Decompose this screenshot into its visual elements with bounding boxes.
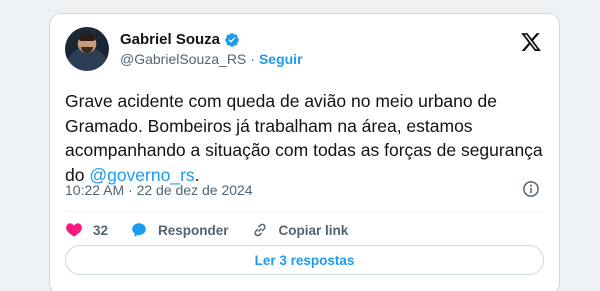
- tweet-text: Grave acidente com queda de avião no mei…: [65, 89, 545, 187]
- tweet-header: Gabriel Souza @GabrielSouza_RS · Seguir: [65, 27, 544, 77]
- avatar[interactable]: [65, 27, 109, 71]
- info-icon[interactable]: [522, 180, 540, 198]
- like-button[interactable]: 32: [65, 221, 108, 239]
- tweet-card: Gabriel Souza @GabrielSouza_RS · Seguir …: [49, 13, 560, 291]
- link-icon: [253, 223, 266, 237]
- avatar-hair: [79, 33, 95, 41]
- divider: [65, 211, 544, 212]
- tweet-meta: 10:22 AM · 22 de dez de 2024: [65, 180, 544, 200]
- reply-label: Responder: [158, 222, 229, 238]
- x-logo-icon[interactable]: [520, 31, 542, 53]
- like-count: 32: [93, 222, 109, 238]
- author-name[interactable]: Gabriel Souza: [120, 31, 220, 48]
- copy-link-label: Copiar link: [278, 222, 349, 238]
- separator-dot: ·: [250, 51, 255, 67]
- author-name-row: Gabriel Souza: [120, 31, 240, 48]
- verified-badge-icon: [225, 32, 239, 47]
- copy-link-button[interactable]: Copiar link: [251, 221, 349, 239]
- tweet-actions: 32 Responder Copiar link: [65, 217, 544, 243]
- heart-icon: [66, 223, 82, 237]
- avatar-beard: [81, 47, 93, 53]
- read-replies-button[interactable]: Ler 3 respostas: [65, 245, 544, 275]
- author-handle[interactable]: @GabrielSouza_RS: [120, 51, 246, 67]
- reply-bubble-icon: [132, 223, 146, 237]
- author-handle-row: @GabrielSouza_RS · Seguir: [120, 51, 303, 67]
- read-replies-label: Ler 3 respostas: [254, 252, 355, 268]
- reply-button[interactable]: Responder: [130, 221, 229, 239]
- follow-button[interactable]: Seguir: [259, 51, 303, 67]
- tweet-timestamp[interactable]: 10:22 AM · 22 de dez de 2024: [65, 182, 253, 198]
